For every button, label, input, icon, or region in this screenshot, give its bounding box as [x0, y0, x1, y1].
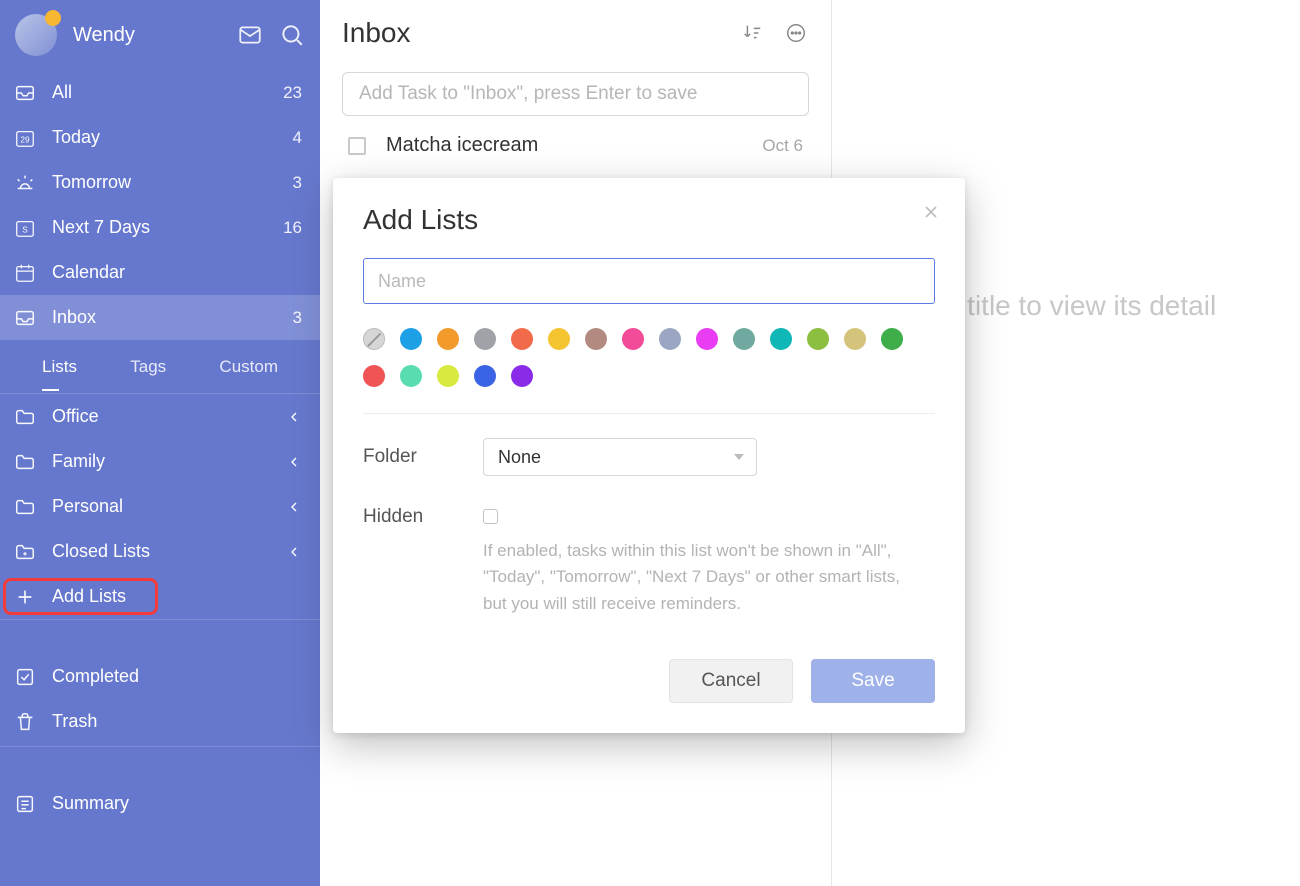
color-swatch[interactable]	[770, 328, 792, 350]
cal29-icon: 29	[14, 127, 36, 149]
summary-icon	[14, 793, 36, 815]
task-checkbox[interactable]	[348, 137, 366, 155]
inbox-icon	[14, 307, 36, 329]
svg-text:S: S	[22, 225, 28, 234]
folder-icon	[14, 496, 36, 518]
calendar-icon	[14, 262, 36, 284]
list-title: Inbox	[342, 17, 719, 49]
color-swatch[interactable]	[548, 328, 570, 350]
folder-select[interactable]: None	[483, 438, 757, 476]
add-lists-button[interactable]: Add Lists	[0, 574, 320, 619]
tray-icon	[14, 82, 36, 104]
color-swatch[interactable]	[696, 328, 718, 350]
sevendays-icon: S	[14, 217, 36, 239]
task-row[interactable]: Matcha icecream Oct 6	[320, 116, 831, 157]
folder-icon	[14, 451, 36, 473]
add-lists-label: Add Lists	[52, 586, 302, 607]
chevron-left-icon	[286, 544, 302, 560]
color-swatch[interactable]	[400, 328, 422, 350]
tab-tags[interactable]: Tags	[128, 357, 168, 377]
color-swatch[interactable]	[400, 365, 422, 387]
list-name-input[interactable]	[363, 258, 935, 304]
folder-label: Folder	[363, 438, 483, 468]
caret-down-icon	[734, 454, 744, 460]
color-swatch[interactable]	[437, 365, 459, 387]
folder-closed-lists[interactable]: Closed Lists	[0, 529, 320, 574]
tab-lists[interactable]: Lists	[40, 357, 79, 377]
add-list-modal: Add Lists Folder None Hidden If enabled,…	[333, 178, 965, 733]
add-task-input[interactable]	[342, 72, 809, 116]
color-swatch[interactable]	[474, 365, 496, 387]
task-title: Matcha icecream	[386, 134, 538, 157]
sidebar-item-inbox[interactable]: Inbox3	[0, 295, 320, 340]
mail-icon[interactable]	[237, 22, 263, 48]
sidebar: Wendy All2329Today4Tomorrow3SNext 7 Days…	[0, 0, 320, 886]
hidden-label: Hidden	[363, 498, 483, 528]
sidebar-tabs: Lists Tags Custom	[0, 340, 320, 394]
sunrise-icon	[14, 172, 36, 194]
hidden-checkbox[interactable]	[483, 509, 498, 524]
sidebar-item-today[interactable]: 29Today4	[0, 115, 320, 160]
sidebar-trash[interactable]: Trash	[0, 699, 320, 744]
avatar[interactable]	[15, 14, 57, 56]
color-swatch[interactable]	[511, 365, 533, 387]
hidden-description: If enabled, tasks within this list won't…	[483, 538, 923, 617]
chevron-left-icon	[286, 409, 302, 425]
color-swatch[interactable]	[437, 328, 459, 350]
svg-text:29: 29	[20, 135, 30, 144]
sidebar-item-calendar[interactable]: Calendar	[0, 250, 320, 295]
check-icon	[14, 666, 36, 688]
color-swatch[interactable]	[511, 328, 533, 350]
chevron-left-icon	[286, 454, 302, 470]
sidebar-item-tomorrow[interactable]: Tomorrow3	[0, 160, 320, 205]
chevron-left-icon	[286, 499, 302, 515]
sidebar-completed[interactable]: Completed	[0, 654, 320, 699]
sort-icon[interactable]	[741, 22, 763, 44]
tab-custom[interactable]: Custom	[217, 357, 280, 377]
color-swatch[interactable]	[659, 328, 681, 350]
trash-icon	[14, 711, 36, 733]
cancel-button[interactable]: Cancel	[669, 659, 793, 703]
modal-title: Add Lists	[363, 204, 935, 236]
color-picker	[363, 328, 935, 387]
sidebar-item-all[interactable]: All23	[0, 70, 320, 115]
color-swatch[interactable]	[807, 328, 829, 350]
sidebar-item-next7[interactable]: SNext 7 Days16	[0, 205, 320, 250]
plus-icon	[14, 586, 36, 608]
color-swatch[interactable]	[844, 328, 866, 350]
color-swatch[interactable]	[474, 328, 496, 350]
folder-icon	[14, 541, 36, 563]
color-none[interactable]	[363, 328, 385, 350]
folder-personal[interactable]: Personal	[0, 484, 320, 529]
color-swatch[interactable]	[363, 365, 385, 387]
folder-icon	[14, 406, 36, 428]
search-icon[interactable]	[279, 22, 305, 48]
folder-family[interactable]: Family	[0, 439, 320, 484]
folder-office[interactable]: Office	[0, 394, 320, 439]
task-date: Oct 6	[762, 136, 803, 156]
color-swatch[interactable]	[733, 328, 755, 350]
more-icon[interactable]	[785, 22, 807, 44]
color-swatch[interactable]	[585, 328, 607, 350]
close-icon[interactable]	[921, 202, 941, 222]
color-swatch[interactable]	[622, 328, 644, 350]
username[interactable]: Wendy	[73, 24, 221, 47]
color-swatch[interactable]	[881, 328, 903, 350]
sidebar-summary[interactable]: Summary	[0, 781, 320, 826]
save-button[interactable]: Save	[811, 659, 935, 703]
